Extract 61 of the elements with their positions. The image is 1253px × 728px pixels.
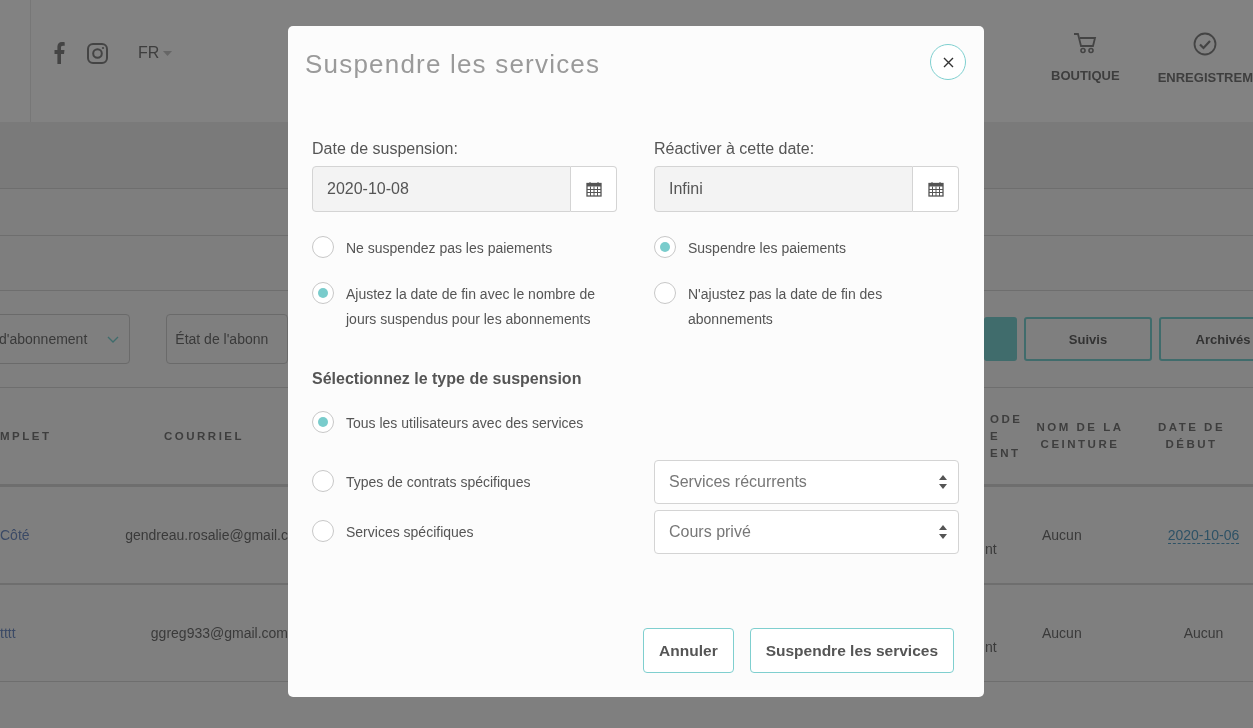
field-label: Réactiver à cette date: (654, 140, 816, 158)
radio-button[interactable] (312, 411, 334, 433)
dialog-title: Suspendre les services (305, 48, 601, 80)
nav-item[interactable]: BOUTIQUE (1051, 32, 1120, 122)
date-field[interactable]: 2020-10-08 (312, 166, 571, 212)
calendar-button[interactable] (913, 166, 959, 212)
table-cell: nt (985, 541, 997, 557)
table-cell: Aucun (1183, 625, 1224, 641)
column-header: DATE DE DÉBUT (1156, 420, 1227, 452)
calendar-icon (927, 181, 944, 197)
close-button[interactable] (930, 44, 966, 80)
table-link[interactable]: Côté (0, 527, 30, 543)
section-heading: Sélectionnez le type de suspension (312, 370, 583, 388)
radio-button[interactable] (654, 236, 676, 258)
dropdown-select[interactable]: Services récurrents (654, 460, 959, 504)
calendar-icon (585, 181, 602, 197)
radio-label: N'ajustez pas la date de fin des abonnements (688, 285, 884, 329)
nav-item[interactable]: ENREGISTREM (1157, 32, 1253, 122)
chevron-down-icon (107, 335, 120, 343)
radio-label: Services spécifiques (346, 522, 474, 542)
close-icon (942, 56, 954, 68)
radio-label: Tous les utilisateurs avec des services (346, 414, 584, 433)
radio-label: Ajustez la date de fin avec le nombre de jours suspendus pour les abonnements (346, 285, 597, 329)
radio-button[interactable] (312, 469, 334, 492)
submit-button[interactable]: Suspendre les services (749, 628, 954, 673)
table-link[interactable]: 2020-10-06 (1167, 526, 1240, 544)
radio-label: Ne suspendez pas les paiements (346, 239, 553, 258)
table-cell: ggreg933@gmail.com (150, 625, 288, 641)
language-selector[interactable]: FR (138, 44, 173, 62)
calendar-button[interactable] (571, 166, 617, 212)
sort-icon (938, 474, 948, 490)
sort-icon (938, 524, 948, 540)
radio-button[interactable] (312, 282, 334, 304)
check-circle-icon (1193, 32, 1218, 56)
cart-icon (1073, 32, 1098, 54)
column-header: COURRIEL (162, 428, 246, 444)
field-label: Date de suspension: (312, 140, 459, 158)
radio-button[interactable] (312, 519, 334, 542)
radio-label: Suspendre les paiements (688, 239, 846, 258)
dropdown-select[interactable]: Cours privé (654, 510, 959, 554)
filter-tab[interactable]: Suivis (1024, 317, 1152, 361)
table-link[interactable]: tttt (0, 625, 16, 641)
facebook-icon[interactable] (53, 42, 65, 64)
column-header: MPLET (0, 428, 53, 444)
filter-select[interactable]: État de l'abonn (166, 314, 288, 364)
column-header: ODE E ENT (990, 411, 1024, 461)
date-field[interactable]: Infini (654, 166, 913, 212)
table-cell: nt (985, 639, 997, 655)
radio-button[interactable] (312, 236, 334, 258)
column-header: NOM DE LA CEINTURE (1035, 420, 1125, 452)
table-cell: gendreau.rosalie@gmail.c (125, 527, 288, 543)
filter-select[interactable]: d'abonnement (0, 314, 131, 364)
table-cell: Aucun (1042, 625, 1082, 641)
caret-icon (163, 50, 173, 56)
radio-label: Types de contrats spécifiques (346, 472, 531, 492)
radio-button[interactable] (654, 282, 676, 304)
filter-tab[interactable] (984, 317, 1017, 361)
table-cell: Aucun (1042, 527, 1082, 543)
filter-tab[interactable]: Archivés (1159, 317, 1253, 361)
cancel-button[interactable]: Annuler (643, 628, 734, 673)
instagram-icon[interactable] (87, 42, 108, 64)
